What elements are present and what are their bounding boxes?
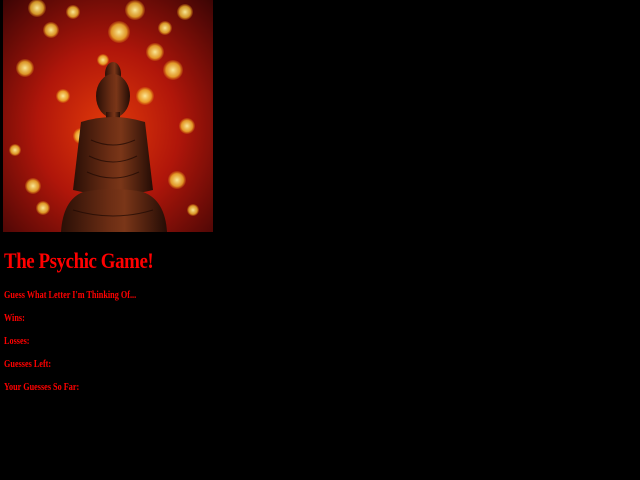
page-title: The Psychic Game! — [4, 248, 154, 273]
guesses-left-label: Guesses Left: — [4, 359, 52, 370]
buddha-bokeh-image — [3, 0, 213, 232]
wins-label: Wins: — [4, 313, 25, 324]
buddha-bokeh-icon — [3, 0, 213, 232]
guesses-so-far-stat: Your Guesses So Far: — [4, 382, 83, 393]
wins-stat: Wins: — [4, 313, 28, 324]
guesses-left-stat: Guesses Left: — [4, 359, 54, 370]
guesses-so-far-label: Your Guesses So Far: — [4, 382, 80, 393]
instruction-label: Guess What Letter I'm Thinking Of... — [4, 290, 137, 301]
losses-label: Losses: — [4, 336, 30, 347]
losses-stat: Losses: — [4, 336, 33, 347]
instruction-text: Guess What Letter I'm Thinking Of... — [4, 290, 136, 301]
